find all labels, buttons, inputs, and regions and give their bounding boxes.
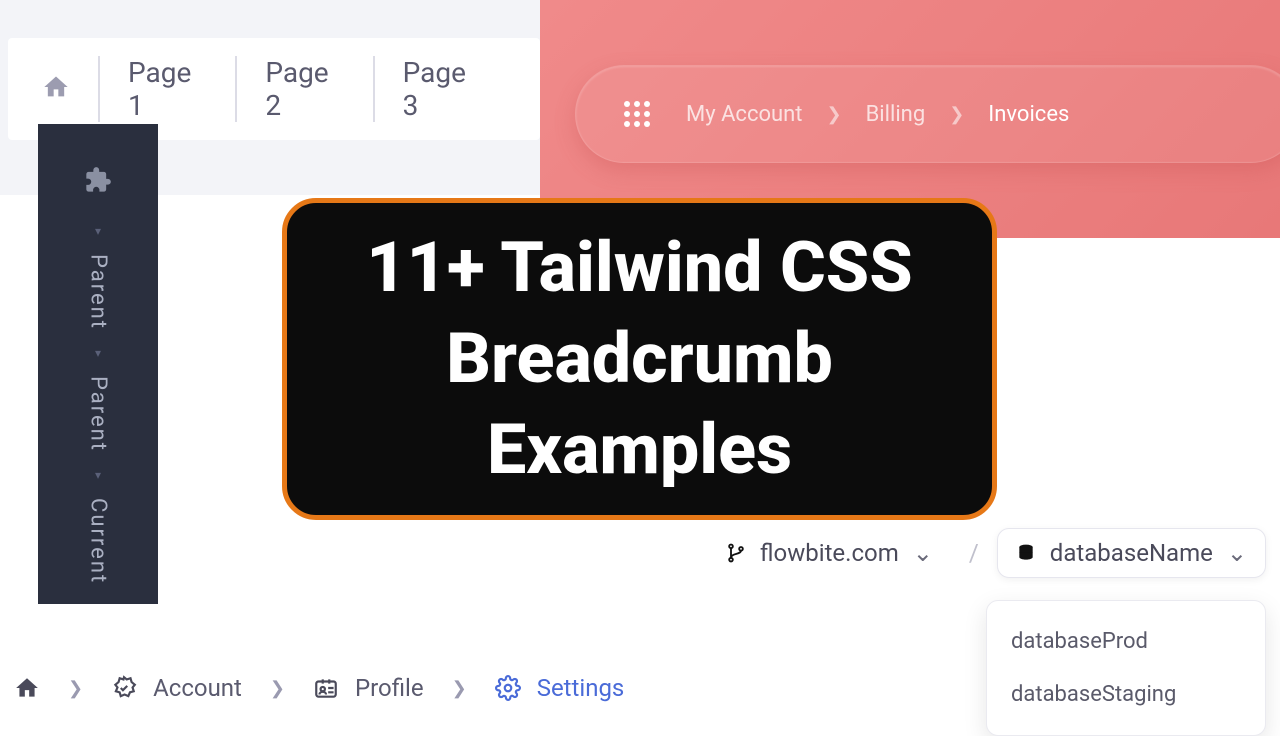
database-label: databaseName bbox=[1050, 539, 1213, 567]
chevron-right-icon: ❯ bbox=[68, 678, 83, 699]
separator: / bbox=[969, 539, 979, 567]
breadcrumb-pill: My Account ❯ Billing ❯ Invoices bbox=[575, 65, 1280, 163]
chevron-down-icon: ⌄ bbox=[913, 539, 933, 567]
breadcrumb-item-current: Settings bbox=[495, 674, 625, 702]
database-icon bbox=[1016, 543, 1036, 563]
puzzle-icon[interactable] bbox=[84, 166, 112, 198]
page-title: 11+ Tailwind CSS Breadcrumb Examples bbox=[287, 223, 992, 496]
breadcrumb-iconed: ❯ Account ❯ Profile ❯ Settings bbox=[14, 674, 624, 702]
domain-label: flowbite.com bbox=[760, 539, 899, 567]
breadcrumb-label: Account bbox=[153, 674, 242, 702]
home-icon[interactable] bbox=[38, 73, 98, 105]
apps-grid-icon[interactable] bbox=[624, 101, 650, 127]
breadcrumb-item[interactable]: Page 3 bbox=[373, 56, 510, 122]
home-icon[interactable] bbox=[14, 675, 40, 701]
id-card-icon bbox=[313, 675, 339, 701]
breadcrumb-item[interactable]: Page 2 bbox=[235, 56, 372, 122]
dropdown-option[interactable]: databaseStaging bbox=[987, 668, 1265, 721]
breadcrumb-dropdown-row: flowbite.com ⌄ / databaseName ⌄ bbox=[708, 528, 1266, 578]
chevron-right-icon: ❯ bbox=[270, 678, 285, 699]
database-dropdown: databaseProd databaseStaging bbox=[986, 600, 1266, 736]
check-badge-icon bbox=[111, 675, 137, 701]
breadcrumb-item[interactable]: Account bbox=[111, 674, 242, 702]
breadcrumb-segment-domain[interactable]: flowbite.com ⌄ bbox=[708, 529, 951, 577]
gear-icon bbox=[495, 675, 521, 701]
title-card: 11+ Tailwind CSS Breadcrumb Examples bbox=[282, 198, 997, 520]
breadcrumb-vertical: ▾ Parent ▾ Parent ▾ Current bbox=[38, 124, 158, 604]
breadcrumb-item-current: Invoices bbox=[988, 102, 1069, 127]
breadcrumb-item-current: Current bbox=[86, 498, 111, 584]
breadcrumb-item[interactable]: Page 1 bbox=[98, 56, 235, 122]
dropdown-option[interactable]: databaseProd bbox=[987, 615, 1265, 668]
breadcrumb-item[interactable]: Parent bbox=[86, 254, 111, 330]
breadcrumb-label: Profile bbox=[355, 674, 424, 702]
chevron-down-icon: ⌄ bbox=[1227, 539, 1247, 567]
breadcrumb-label: Settings bbox=[537, 674, 625, 702]
chevron-right-icon: ❯ bbox=[826, 104, 841, 125]
git-branch-icon bbox=[726, 543, 746, 563]
breadcrumb-item[interactable]: Profile bbox=[313, 674, 424, 702]
breadcrumb-item[interactable]: My Account bbox=[686, 102, 802, 127]
chevron-right-icon: ❯ bbox=[452, 678, 467, 699]
breadcrumb-segment-database[interactable]: databaseName ⌄ bbox=[997, 528, 1266, 578]
breadcrumb-item[interactable]: Billing bbox=[866, 102, 926, 127]
chevron-down-icon: ▾ bbox=[95, 468, 101, 482]
chevron-right-icon: ❯ bbox=[949, 104, 964, 125]
chevron-down-icon: ▾ bbox=[95, 346, 101, 360]
chevron-down-icon: ▾ bbox=[95, 224, 101, 238]
breadcrumb-item[interactable]: Parent bbox=[86, 376, 111, 452]
